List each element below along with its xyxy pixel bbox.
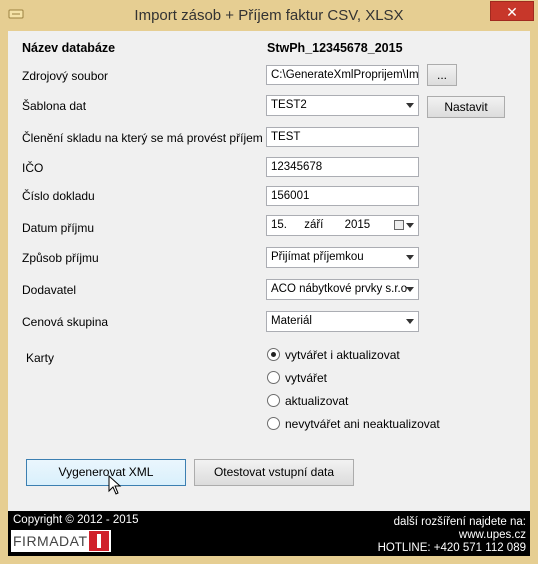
window-title: Import zásob + Příjem faktur CSV, XLSX	[134, 7, 404, 24]
app-window: Import zásob + Příjem faktur CSV, XLSX ✕…	[0, 0, 538, 564]
date-picker[interactable]: 15. září 2015	[266, 215, 419, 236]
price-group-select[interactable]: Materiál	[266, 311, 419, 332]
template-label: Šablona dat	[22, 99, 87, 113]
chevron-down-icon	[406, 287, 414, 292]
database-value: StwPh_12345678_2015	[267, 41, 403, 55]
radio-create[interactable]	[267, 371, 280, 384]
website-link[interactable]: www.upes.cz	[459, 529, 526, 541]
radio-label[interactable]: aktualizovat	[285, 394, 348, 408]
test-input-button[interactable]: Otestovat vstupní data	[194, 459, 354, 486]
date-year: 2015	[344, 219, 371, 231]
copyright-text: Copyright © 2012 - 2015	[13, 514, 139, 526]
hotline-text: HOTLINE: +420 571 112 089	[377, 542, 526, 554]
template-select-value: TEST2	[271, 99, 307, 111]
firmadat-logo: FIRMADAT	[11, 530, 111, 552]
price-group-value: Materiál	[271, 315, 312, 327]
date-day: 15.	[271, 219, 287, 231]
configure-button[interactable]: Nastavit	[427, 96, 505, 118]
database-label: Název databáze	[22, 41, 116, 55]
chevron-down-icon	[406, 255, 414, 260]
warehouse-input[interactable]: TEST	[266, 127, 419, 147]
close-button[interactable]: ✕	[490, 1, 534, 21]
template-select[interactable]: TEST2	[266, 95, 419, 116]
cards-label: Karty	[26, 351, 55, 365]
calendar-icon	[394, 220, 404, 230]
mouse-cursor-icon	[108, 475, 122, 495]
title-bar[interactable]: Import zásob + Příjem faktur CSV, XLSX ✕	[0, 0, 538, 32]
generate-xml-button[interactable]: Vygenerovat XML	[26, 459, 186, 486]
supplier-label: Dodavatel	[22, 283, 77, 297]
price-group-label: Cenová skupina	[22, 315, 109, 329]
chevron-down-icon	[406, 223, 414, 228]
more-extensions-text: další rozšíření najdete na:	[393, 516, 526, 528]
source-file-label: Zdrojový soubor	[22, 69, 109, 83]
date-label: Datum příjmu	[22, 221, 95, 235]
logo-text: FIRMADAT	[13, 533, 88, 549]
main-panel: Název databáze StwPh_12345678_2015 Zdroj…	[8, 31, 530, 511]
warehouse-label: Členění skladu na který se má provést př…	[22, 131, 263, 145]
receipt-method-select[interactable]: Přijímat příjemkou	[266, 247, 419, 268]
ico-input[interactable]: 12345678	[266, 157, 419, 177]
radio-update[interactable]	[267, 394, 280, 407]
radio-create-and-update[interactable]	[267, 348, 280, 361]
doc-number-label: Číslo dokladu	[22, 189, 95, 203]
chevron-down-icon	[406, 319, 414, 324]
receipt-method-value: Přijímat příjemkou	[271, 251, 364, 263]
source-file-input[interactable]: C:\GenerateXmlProprijem\Impo	[266, 65, 419, 85]
footer: Copyright © 2012 - 2015 FIRMADAT další r…	[8, 511, 530, 556]
chevron-down-icon	[406, 103, 414, 108]
radio-label[interactable]: nevytvářet ani neaktualizovat	[285, 417, 440, 431]
receipt-method-label: Způsob příjmu	[22, 251, 99, 265]
supplier-value: ACO nábytkové prvky s.r.o	[271, 283, 408, 295]
radio-none[interactable]	[267, 417, 280, 430]
logo-mark-icon	[89, 531, 109, 551]
radio-label[interactable]: vytvářet i aktualizovat	[285, 348, 400, 362]
supplier-select[interactable]: ACO nábytkové prvky s.r.o	[266, 279, 419, 300]
ico-label: IČO	[22, 161, 44, 175]
date-month: září	[304, 219, 324, 231]
browse-button[interactable]: ...	[427, 64, 457, 86]
doc-number-input[interactable]: 156001	[266, 186, 419, 206]
radio-label[interactable]: vytvářet	[285, 371, 327, 385]
